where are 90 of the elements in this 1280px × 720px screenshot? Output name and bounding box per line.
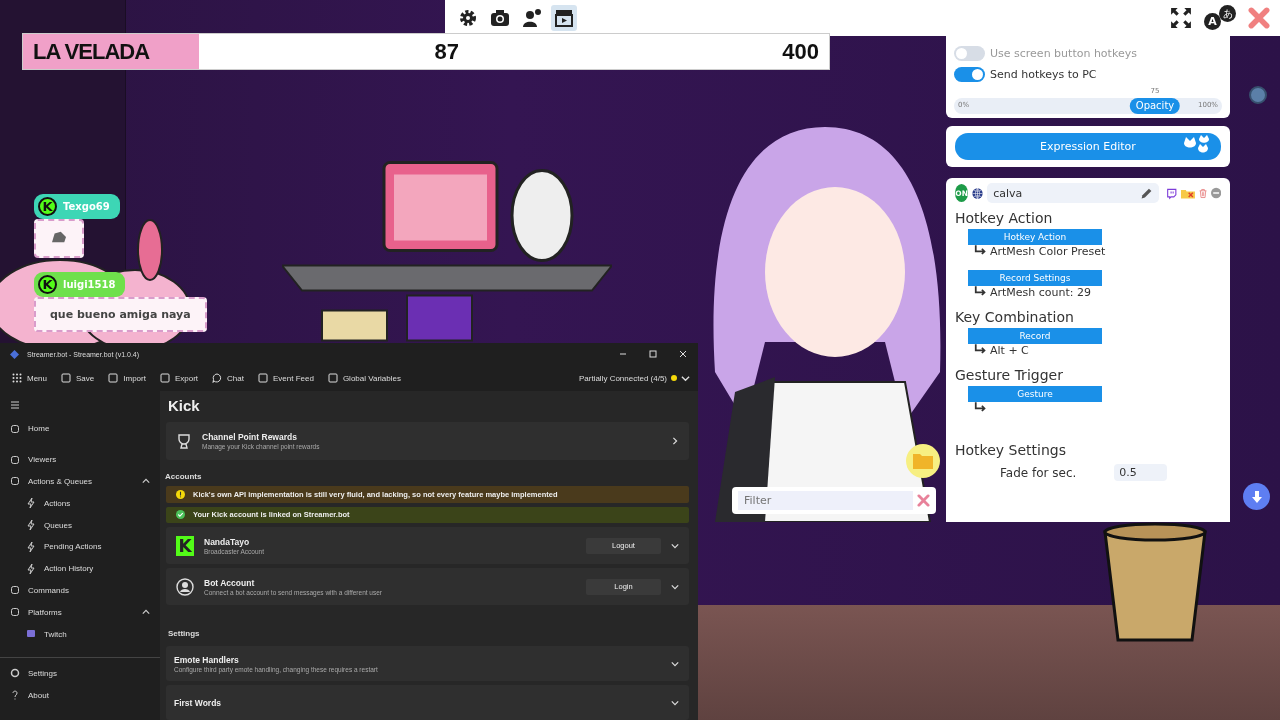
sidebar-item[interactable]: Actions & Queues xyxy=(0,470,160,493)
chat-icon xyxy=(26,629,36,640)
chevron-right-icon xyxy=(671,437,679,445)
hotkey-name-field[interactable]: calva xyxy=(987,183,1160,203)
chat-message: que bueno amiga naya xyxy=(34,297,207,332)
menu-icon[interactable] xyxy=(10,400,20,410)
kick-logo: K xyxy=(176,535,194,556)
filter-field[interactable]: Filter xyxy=(732,487,936,514)
section-title: Key Combination xyxy=(955,309,1075,325)
action-value: Alt + C xyxy=(990,344,1029,357)
settings-panel[interactable]: First Words xyxy=(166,685,689,720)
chevron-up-icon xyxy=(142,608,150,617)
sidebar-item[interactable]: Commands xyxy=(0,579,160,602)
chevron-up-icon xyxy=(142,477,150,486)
check-icon xyxy=(176,510,185,520)
sidebar-item[interactable]: Settings xyxy=(0,662,160,685)
sidebar-item[interactable]: About xyxy=(0,684,160,706)
section-title: Gesture Trigger xyxy=(955,367,1064,383)
username: Texgo69 xyxy=(63,201,110,212)
sidebar-item[interactable]: Viewers xyxy=(0,448,160,471)
panel-title: Emote Handlers xyxy=(174,654,240,665)
username: luigi1518 xyxy=(63,279,116,290)
menu-item[interactable]: Menu xyxy=(8,370,51,386)
globe-icon[interactable] xyxy=(972,185,984,201)
toggle-switch[interactable] xyxy=(954,66,985,82)
menu-item[interactable]: Save xyxy=(57,370,99,386)
sidebar-item[interactable]: Actions xyxy=(0,492,160,515)
page-title: Kick xyxy=(168,397,201,414)
chat-icon xyxy=(212,373,223,383)
section-title: Hotkey Action xyxy=(955,210,1054,226)
sidebar-item[interactable]: Queues xyxy=(0,514,160,536)
sidebar-item[interactable]: Home xyxy=(0,418,160,440)
card-title: Channel Point Rewards xyxy=(202,432,298,442)
kick-logo: K xyxy=(38,275,57,294)
folder-button[interactable] xyxy=(906,444,940,478)
arrow-elbow-icon xyxy=(974,245,988,256)
clear-icon[interactable] xyxy=(917,494,930,507)
menu-item[interactable]: Export xyxy=(155,370,203,386)
account-name: Bot Account xyxy=(204,577,256,588)
score-goal: 400 xyxy=(781,38,820,65)
folder-icon xyxy=(913,453,933,469)
account-name: NandaTayo xyxy=(204,536,251,547)
trophy-icon xyxy=(176,433,192,449)
sidebar-item[interactable]: Platforms xyxy=(0,601,160,624)
user-circle-icon xyxy=(176,577,194,596)
arrow-elbow-icon xyxy=(974,402,988,413)
emote-icon xyxy=(50,230,68,244)
toggle-label: Send hotkeys to PC xyxy=(990,67,1097,81)
toggle-switch[interactable] xyxy=(954,45,985,61)
section-heading: Settings xyxy=(168,629,201,638)
section-title: Hotkey Settings xyxy=(955,442,1067,458)
minus-circle-icon[interactable] xyxy=(1210,186,1221,200)
section-heading: Accounts xyxy=(165,472,203,481)
fullscreen-icon[interactable] xyxy=(1170,7,1192,29)
score-value: 87 xyxy=(433,38,459,65)
score-label: LA VELADA xyxy=(23,34,199,69)
menu-item[interactable]: Event Feed xyxy=(253,370,318,386)
app-logo-icon xyxy=(10,349,19,359)
menu-item[interactable]: Chat xyxy=(208,370,248,386)
sidebar-item[interactable]: Pending Actions xyxy=(0,536,160,558)
action-value: ArtMesh count: 29 xyxy=(990,286,1092,299)
sidebar-item[interactable]: Twitch xyxy=(0,623,160,645)
menu-item[interactable]: Import xyxy=(104,370,150,386)
translate-button[interactable]: A あ xyxy=(1204,5,1236,31)
kick-logo: K xyxy=(38,197,57,216)
panel-title: First Words xyxy=(174,697,223,708)
arrow-elbow-icon xyxy=(974,286,988,297)
grid-icon xyxy=(12,373,22,383)
chevron-down-icon[interactable] xyxy=(671,582,679,591)
arrow-down-icon xyxy=(1249,489,1264,504)
fade-input[interactable]: 0.5 xyxy=(1114,464,1167,481)
connection-status[interactable]: Partially Connected (4/5) xyxy=(578,373,690,383)
help-icon xyxy=(10,690,20,701)
chevron-down-icon xyxy=(681,373,690,383)
chevron-down-icon xyxy=(671,659,679,668)
maximize-icon[interactable] xyxy=(648,349,658,359)
fade-label: Fade for sec. xyxy=(1000,465,1077,480)
arrow-elbow-icon xyxy=(974,344,988,355)
warning-icon xyxy=(176,489,185,499)
sidebar-item[interactable]: Action History xyxy=(0,557,160,580)
clapperboard-icon[interactable] xyxy=(551,5,577,31)
chevron-down-icon[interactable] xyxy=(671,541,679,550)
action-value: ArtMesh Color Preset xyxy=(990,245,1106,258)
handle-dot[interactable] xyxy=(1249,86,1267,104)
scroll-down-button[interactable] xyxy=(1243,483,1270,510)
pencil-icon[interactable] xyxy=(1140,186,1154,200)
menu-item[interactable]: Global Variables xyxy=(323,370,405,386)
toggle-label: Use screen button hotkeys xyxy=(990,46,1137,60)
chevron-down-icon xyxy=(671,698,679,707)
chat-bubble-icon[interactable] xyxy=(1167,186,1177,200)
